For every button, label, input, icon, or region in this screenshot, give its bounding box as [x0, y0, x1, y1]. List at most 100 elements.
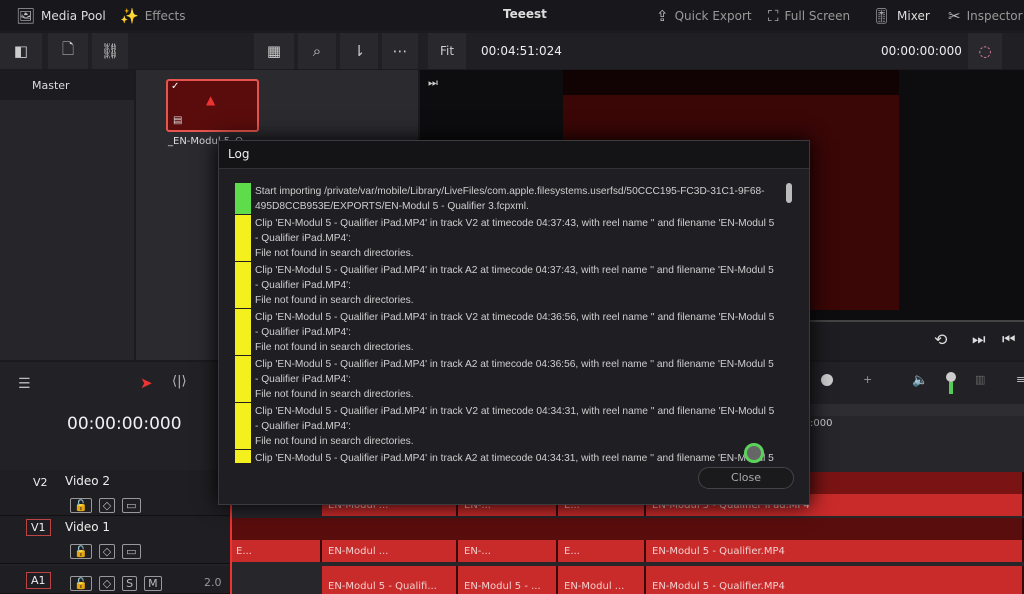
log-detail: File not found in search directories.: [255, 436, 414, 447]
info-indicator: [235, 183, 251, 214]
close-button[interactable]: Close: [698, 467, 794, 489]
trim-tool-icon[interactable]: ⟨|⟩: [172, 374, 187, 389]
clip-thumbnail[interactable]: ✓ ▲ ▤: [166, 79, 259, 132]
clip[interactable]: EN-...: [458, 540, 558, 562]
log-message: Clip 'EN-Modul 5 - Qualifier iPad.MP4' i…: [255, 406, 775, 432]
clip[interactable]: E...: [230, 540, 322, 562]
zoom-slider-handle[interactable]: [821, 374, 833, 386]
lock-icon[interactable]: 🔓: [70, 576, 92, 591]
scrollbar[interactable]: [786, 183, 792, 203]
clip[interactable]: EN-Modul 5 - Qualifier.MP4: [646, 540, 1024, 562]
next-frame-icon[interactable]: ⏭: [428, 76, 438, 90]
skip-start-icon[interactable]: ⏮: [1002, 330, 1016, 348]
skip-end-icon[interactable]: ⏭: [972, 330, 986, 348]
clip[interactable]: EN-Modul 5 - Qualifier.MP4: [646, 566, 1024, 594]
log-message: Clip 'EN-Modul 5 - Qualifier iPad.MP4' i…: [255, 359, 774, 385]
import-button[interactable]: 🗋: [48, 33, 88, 69]
menu-icon[interactable]: ≡: [1016, 373, 1024, 386]
solo-button[interactable]: S: [122, 576, 138, 591]
log-entry: Clip 'EN-Modul 5 - Qualifier iPad.MP4' i…: [235, 215, 775, 262]
timeline-view-icon[interactable]: ☰: [18, 376, 31, 392]
warning-icon: ▲: [206, 93, 216, 107]
bin-master[interactable]: Master: [0, 70, 134, 100]
mixer-button[interactable]: 🎚 Mixer: [872, 7, 930, 25]
magic-wand-icon: ✨: [120, 7, 139, 25]
loop-icon[interactable]: ⟲: [934, 330, 947, 349]
track-header-v2: V2 Video 2 🔓 ◇ ▭: [0, 470, 230, 516]
more-button[interactable]: ⋯: [382, 33, 418, 69]
log-list[interactable]: Start importing /private/var/mobile/Libr…: [235, 183, 775, 463]
sort-button[interactable]: ⇂: [340, 33, 378, 69]
zoom-in-icon[interactable]: +: [863, 373, 872, 386]
log-detail: File not found in search directories.: [255, 248, 414, 259]
warning-indicator: [235, 403, 251, 449]
log-message: Clip 'EN-Modul 5 - Qualifier iPad.MP4' i…: [255, 453, 774, 463]
timeline-timecode: 00:00:00:000: [67, 414, 182, 434]
lock-icon[interactable]: 🔓: [70, 544, 92, 559]
grid-view-button[interactable]: ▦: [254, 33, 294, 69]
track-level: 2.0: [204, 576, 222, 589]
log-message: Clip 'EN-Modul 5 - Qualifier iPad.MP4' i…: [255, 265, 774, 291]
track-enable-icon[interactable]: ▭: [122, 498, 141, 513]
inspector-button[interactable]: ✂ Inspector: [948, 7, 1023, 25]
auto-select-icon[interactable]: ◇: [98, 576, 116, 591]
track-enable-icon[interactable]: ▭: [122, 544, 141, 559]
meter-icon[interactable]: ▥: [975, 373, 985, 386]
clip[interactable]: EN-Modul ...: [322, 540, 458, 562]
auto-select-icon[interactable]: ◇: [98, 498, 116, 513]
effects-button[interactable]: ✨ Effects: [120, 7, 185, 25]
volume-knob[interactable]: [946, 372, 956, 382]
lock-icon[interactable]: 🔓: [70, 498, 92, 513]
clip[interactable]: EN-Modul ...: [558, 566, 646, 594]
fullscreen-icon: ⛶: [768, 7, 779, 25]
warning-indicator: [235, 262, 251, 308]
volume-level: [949, 382, 953, 394]
log-entry: Clip 'EN-Modul 5 - Qualifier iPad.MP4' i…: [235, 450, 775, 463]
inspector-icon: ✂: [948, 7, 961, 25]
log-entry: Clip 'EN-Modul 5 - Qualifier iPad.MP4' i…: [235, 403, 775, 450]
unlink-icon: ⛓: [100, 42, 120, 60]
quick-export-button[interactable]: ⇪ Quick Export: [656, 7, 752, 25]
track-header-a1: A1 🔓 ◇ S M 2.0: [0, 566, 230, 594]
search-icon: ⌕: [312, 42, 322, 60]
toolbar: ◧ 🗋 ⛓ ▦ ⌕ ⇂ ⋯ Fit 00:04:51:024 00:00:00:…: [0, 33, 1024, 69]
panel-toggle-button[interactable]: ◧: [0, 33, 42, 69]
volume-icon[interactable]: 🔈: [912, 373, 928, 388]
check-icon: ✓: [171, 81, 180, 92]
mute-button[interactable]: M: [144, 576, 162, 591]
log-detail: File not found in search directories.: [255, 389, 414, 400]
log-detail: File not found in search directories.: [255, 342, 414, 353]
log-message: Start importing /private/var/mobile/Libr…: [255, 186, 765, 212]
color-wheel-icon: ◌: [978, 42, 992, 60]
export-icon: ⇪: [656, 7, 669, 25]
sort-icon: ⇂: [352, 42, 366, 60]
track-header-v1: V1 Video 1 🔓 ◇ ▭: [0, 516, 230, 564]
log-entry: Clip 'EN-Modul 5 - Qualifier iPad.MP4' i…: [235, 309, 775, 356]
select-tool-icon[interactable]: ➤: [140, 374, 153, 392]
sidebar-icon: ◧: [13, 42, 29, 60]
warning-indicator: [235, 215, 251, 261]
full-screen-button[interactable]: ⛶ Full Screen: [768, 7, 850, 25]
project-title: Teeest: [503, 7, 547, 21]
search-button[interactable]: ⌕: [298, 33, 336, 69]
auto-select-icon[interactable]: ◇: [98, 544, 116, 559]
log-dialog: Log Start importing /private/var/mobile/…: [218, 140, 810, 505]
source-timecode: 00:04:51:024: [481, 44, 562, 58]
zoom-fit-dropdown[interactable]: Fit: [428, 33, 466, 69]
log-message: Clip 'EN-Modul 5 - Qualifier iPad.MP4' i…: [255, 312, 775, 338]
more-icon: ⋯: [392, 42, 408, 60]
warning-indicator: [235, 356, 251, 402]
clip[interactable]: E...: [558, 540, 646, 562]
color-button[interactable]: ◌: [968, 33, 1002, 69]
grid-icon: ▦: [266, 42, 282, 60]
log-message: Clip 'EN-Modul 5 - Qualifier iPad.MP4' i…: [255, 218, 775, 244]
clip[interactable]: EN-Modul 5 - Qualifi...: [322, 566, 458, 594]
log-detail: File not found in search directories.: [255, 295, 414, 306]
log-entry: Start importing /private/var/mobile/Libr…: [235, 183, 775, 215]
file-icon: 🗋: [61, 39, 75, 58]
bin-list: [0, 70, 134, 360]
clip[interactable]: EN-Modul 5 - ...: [458, 566, 558, 594]
ruler-label: :000: [810, 418, 833, 429]
media-pool-button[interactable]: 🖼 Media Pool: [16, 7, 106, 25]
unlink-button[interactable]: ⛓: [92, 33, 128, 69]
